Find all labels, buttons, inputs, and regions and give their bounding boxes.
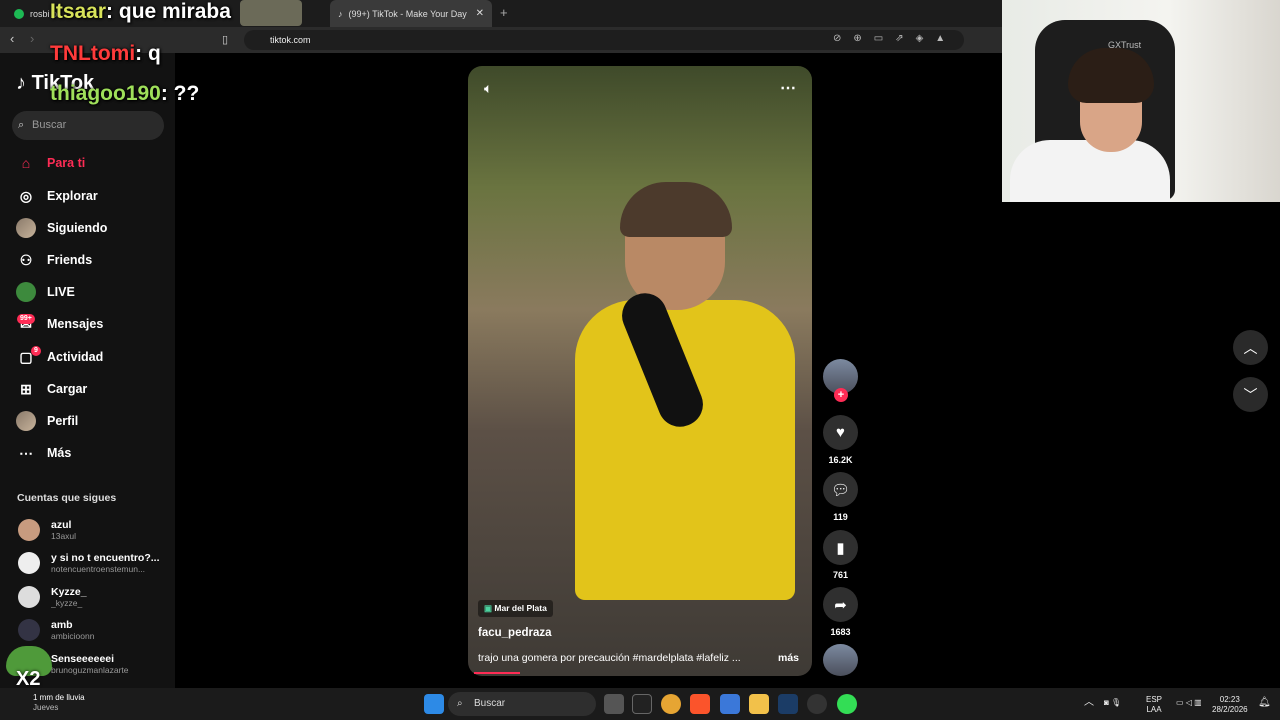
brave-icon[interactable] xyxy=(690,694,710,714)
new-tab-button[interactable]: + xyxy=(500,5,508,20)
clock[interactable]: 02:23 28/2/2026 xyxy=(1212,695,1248,715)
tray-icons[interactable]: ◙ 🎙︎ xyxy=(1104,698,1121,708)
address-bar-actions[interactable]: ⊘⊕▭⇗◈▲ xyxy=(833,33,957,44)
taskbar-search[interactable]: ⌕ Buscar xyxy=(448,692,596,716)
following-section-title: Cuentas que sigues xyxy=(17,492,117,504)
epic-games-icon[interactable] xyxy=(632,694,652,714)
close-tab-icon[interactable]: ✕ xyxy=(476,8,484,19)
chat-emote-image xyxy=(240,0,302,26)
volume-icon[interactable]: 🔈︎ xyxy=(484,80,492,97)
upload-icon: ⊞ xyxy=(20,380,32,397)
search-icon: ⌕ xyxy=(18,119,25,131)
avatar xyxy=(18,586,40,608)
next-video-button[interactable]: ﹀ xyxy=(1233,377,1268,412)
avatar xyxy=(18,619,40,641)
back-icon[interactable]: ‹ xyxy=(10,31,14,46)
compass-icon: ◎ xyxy=(19,187,33,204)
video-subject-jersey xyxy=(575,300,795,600)
nav-mas[interactable]: ⋯ Más xyxy=(15,441,165,465)
language-indicator[interactable]: ESP LAA xyxy=(1146,695,1162,715)
search-input[interactable]: ⌕ Buscar xyxy=(12,111,164,140)
location-tag[interactable]: ▣ Mar del Plata xyxy=(478,600,553,617)
following-account[interactable]: amb ambicioonn xyxy=(18,615,168,645)
avatar xyxy=(18,519,40,541)
video-progress[interactable] xyxy=(474,672,520,674)
streamer-hair xyxy=(1068,48,1154,103)
network-volume-icons[interactable]: ▭ ◁ ▥ xyxy=(1176,698,1202,708)
more-options-icon[interactable]: ⋯ xyxy=(780,78,796,98)
nav-friends[interactable]: ⚇ Friends xyxy=(15,248,165,272)
tiktok-note-icon: ♪ xyxy=(16,72,26,94)
chat-message: Itsaar: que miraba xyxy=(50,0,231,23)
video-caption: trajo una gomera por precaución #mardelp… xyxy=(478,652,741,664)
search-icon: ⌕ xyxy=(457,698,463,709)
activity-badge: 9 xyxy=(31,346,41,356)
chat-user: thiagoo190 xyxy=(50,82,161,105)
nav-explorar[interactable]: ◎ Explorar xyxy=(15,184,165,208)
steam-icon[interactable] xyxy=(778,694,798,714)
nav-siguiendo[interactable]: Siguiendo xyxy=(15,216,165,240)
chat-user: Itsaar xyxy=(50,0,107,23)
streamer-shirt xyxy=(1010,140,1170,202)
friends-icon: ⚇ xyxy=(19,251,33,268)
live-icon xyxy=(15,281,37,303)
obs-icon[interactable] xyxy=(807,694,827,714)
chat-message: TNLtomi: q xyxy=(50,42,161,65)
weather-widget[interactable]: 1 mm de lluvia Jueves xyxy=(33,693,85,713)
tiktok-icon: ♪ xyxy=(338,8,343,19)
previous-video-button[interactable]: ︿ xyxy=(1233,330,1268,365)
more-dots-icon: ⋯ xyxy=(19,444,33,461)
nav-perfil[interactable]: Perfil xyxy=(15,409,165,433)
heart-icon: ♥ xyxy=(823,415,858,450)
spotify-icon xyxy=(14,8,24,19)
like-button[interactable]: ♥ 16.2K xyxy=(823,415,858,465)
avatar xyxy=(18,552,40,574)
tray-expand-icon[interactable]: ︿ xyxy=(1084,698,1094,708)
video-author[interactable]: facu_pedraza xyxy=(478,627,552,639)
profile-avatar-icon xyxy=(15,410,37,432)
store-icon[interactable] xyxy=(720,694,740,714)
notification-bell-icon[interactable]: 🔔︎ xyxy=(1258,698,1271,708)
chat-message: thiagoo190: ?? xyxy=(50,82,200,105)
nav-para-ti[interactable]: ⌂ Para ti xyxy=(15,151,165,175)
share-button[interactable]: ➦ 1683 xyxy=(823,587,858,637)
nav-live[interactable]: LIVE xyxy=(15,280,165,304)
bookmark-icon: ▮ xyxy=(823,530,858,565)
messages-badge: 99+ xyxy=(17,314,35,324)
chat-user: TNLtomi xyxy=(50,42,136,65)
location-pin-icon: ▣ xyxy=(484,603,493,613)
following-account[interactable]: y si no t encuentro?... notencuentroenste… xyxy=(18,548,168,578)
tab-tiktok[interactable]: ♪ (99+) TikTok - Make Your Day ✕ xyxy=(330,0,492,27)
url-text: tiktok.com xyxy=(270,35,311,45)
bookmark-icon[interactable]: ▯ xyxy=(222,33,228,46)
task-view-icon[interactable] xyxy=(604,694,624,714)
home-icon: ⌂ xyxy=(21,155,31,171)
follow-plus-icon[interactable]: + xyxy=(834,388,848,402)
caption-more-link[interactable]: más xyxy=(778,652,799,664)
windows-start-icon[interactable] xyxy=(424,694,444,714)
app-icon[interactable] xyxy=(837,694,857,714)
nav-cargar[interactable]: ⊞ Cargar xyxy=(15,377,165,401)
comment-button[interactable]: 💬︎ 119 xyxy=(823,472,858,522)
following-account[interactable]: azul 13axul xyxy=(18,515,168,545)
tab-label: (99+) TikTok - Make Your Day xyxy=(348,8,467,19)
sound-disc-icon[interactable] xyxy=(823,644,858,676)
forward-icon[interactable]: › xyxy=(30,31,34,46)
chrome-icon[interactable] xyxy=(661,694,681,714)
nav-mensajes[interactable]: ✉ Mensajes xyxy=(15,312,165,336)
file-explorer-icon[interactable] xyxy=(749,694,769,714)
comment-icon: 💬︎ xyxy=(823,472,858,507)
following-avatar-icon xyxy=(15,217,37,239)
save-button[interactable]: ▮ 761 xyxy=(823,530,858,580)
following-account[interactable]: Kyzze_ _kyzze_ xyxy=(18,582,168,612)
share-icon: ➦ xyxy=(823,587,858,622)
